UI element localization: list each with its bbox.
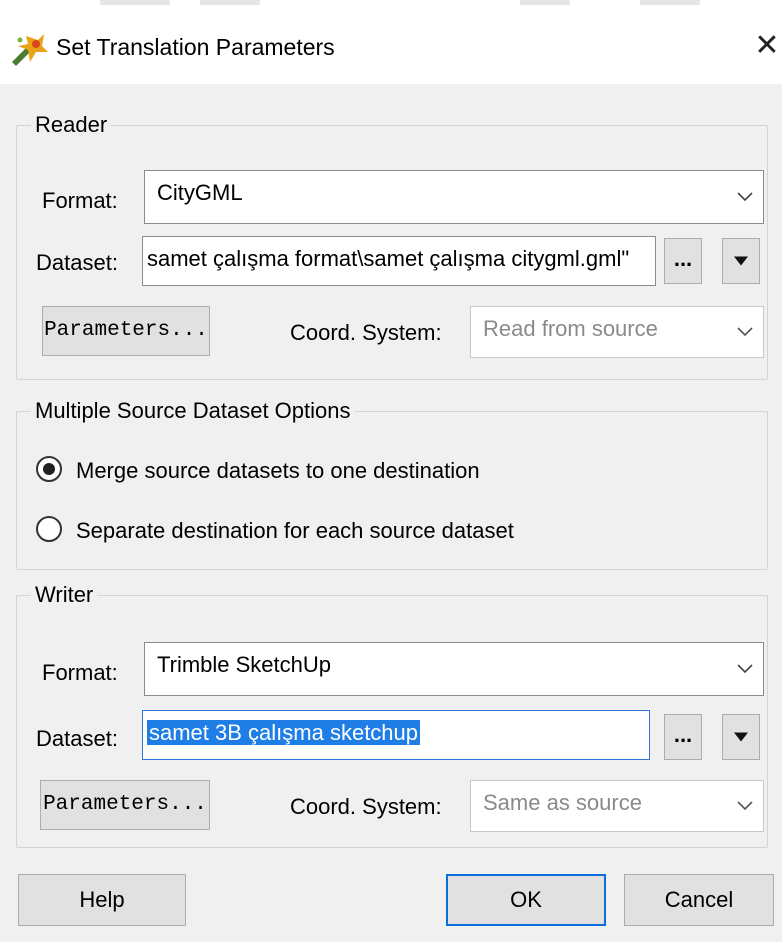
writer-format-select[interactable]: Trimble SketchUp [144,642,764,696]
writer-coord-value: Same as source [483,790,642,815]
cancel-button[interactable]: Cancel [624,874,774,926]
ok-label: OK [510,887,542,912]
merge-radio[interactable] [36,456,62,482]
translation-wand-icon [12,34,48,66]
chevron-down-icon [737,327,753,337]
reader-browse-label: ... [673,246,693,271]
cancel-label: Cancel [664,887,734,912]
reader-parameters-label: Parameters... [44,319,208,342]
reader-coord-select[interactable]: Read from source [470,306,764,358]
writer-dataset-label: Dataset: [36,726,118,751]
chevron-down-icon [737,801,753,811]
reader-dataset-label: Dataset: [36,250,118,275]
reader-parameters-button[interactable]: Parameters... [42,306,210,356]
writer-parameters-button[interactable]: Parameters... [40,780,210,830]
writer-format-value: Trimble SketchUp [157,652,332,677]
multi-source-legend: Multiple Source Dataset Options [35,398,351,423]
chevron-down-icon [737,664,753,674]
writer-coord-label: Coord. System: [290,794,442,819]
merge-radio-label[interactable]: Merge source datasets to one destination [76,458,480,484]
reader-format-label: Format: [42,188,118,213]
writer-browse-label: ... [673,722,693,747]
triangle-down-icon [734,732,748,742]
reader-legend: Reader [35,112,108,137]
top-strip [0,0,782,14]
writer-browse-button[interactable]: ... [664,714,702,760]
close-icon[interactable]: ✕ [752,28,782,64]
window-title: Set Translation Parameters [56,34,335,60]
reader-dataset-input[interactable]: samet çalışma format\samet çalışma cityg… [142,236,656,286]
reader-browse-button[interactable]: ... [664,238,702,284]
writer-coord-select[interactable]: Same as source [470,780,764,832]
chevron-down-icon [737,192,753,202]
triangle-down-icon [734,256,748,266]
writer-legend: Writer [35,582,94,607]
reader-coord-value: Read from source [483,316,658,341]
reader-coord-label: Coord. System: [290,320,442,345]
separate-radio-label[interactable]: Separate destination for each source dat… [76,518,514,544]
writer-dataset-input[interactable]: samet 3B çalışma sketchup [142,710,650,760]
dialog-body: Reader Format: CityGML Dataset: samet ça… [0,84,782,942]
writer-parameters-label: Parameters... [43,793,207,816]
reader-format-select[interactable]: CityGML [144,170,764,224]
multi-source-group: Multiple Source Dataset Options [16,398,768,570]
title-bar: Set Translation Parameters ✕ [0,14,782,84]
reader-dataset-dropdown-button[interactable] [722,238,760,284]
help-button[interactable]: Help [18,874,186,926]
separate-radio[interactable] [36,516,62,542]
reader-dataset-value: samet çalışma format\samet çalışma cityg… [147,246,630,271]
writer-dataset-value: samet 3B çalışma sketchup [147,720,421,745]
help-label: Help [79,887,125,912]
ok-button[interactable]: OK [446,874,606,926]
writer-format-label: Format: [42,660,118,685]
reader-format-value: CityGML [157,180,243,205]
writer-dataset-dropdown-button[interactable] [722,714,760,760]
